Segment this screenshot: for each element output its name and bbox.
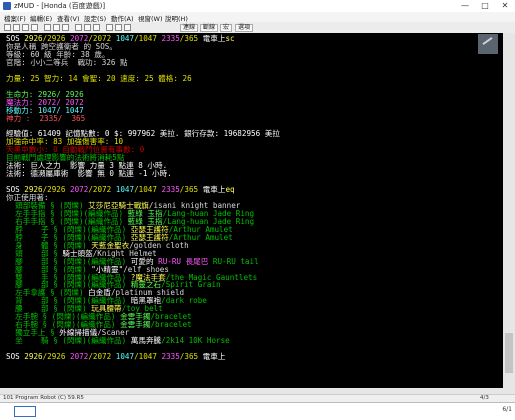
terminal-text: /2072 — [88, 352, 116, 361]
app-icon — [3, 2, 11, 10]
terminal-line: 法術: 德瀕屬庫術 影響 無 0 點連 -1 小時. — [6, 170, 172, 178]
toolbar-icon-7[interactable] — [62, 24, 69, 31]
scrollbar-thumb[interactable] — [505, 333, 513, 373]
window-title: zMUD - [Honda (百度遊戲)] — [14, 2, 106, 10]
toolbar-icon-3[interactable] — [22, 24, 29, 31]
minimize-button[interactable]: — — [455, 0, 475, 12]
status-left-text: 101 Program Robot (C) 59.R5 — [3, 395, 84, 401]
terminal-text: /2k14 10K Horse — [161, 336, 230, 346]
terminal-text: /2072 — [88, 185, 116, 195]
terminal-text: 2072 — [70, 352, 89, 361]
terminal-text: 官階: 小小二等兵 戰功: 326 點 — [6, 57, 128, 67]
toolbar-disconnect-button[interactable]: 斷線 — [200, 24, 219, 32]
terminal-text: RU-RU tail — [208, 256, 259, 266]
map-thumbnail[interactable] — [478, 34, 498, 54]
terminal-text: /1047 — [134, 352, 162, 361]
status-right-text: 4/3 — [480, 395, 489, 401]
terminal-output[interactable]: SOS 2926/2926 2072/2072 1047/1047 2335/3… — [0, 33, 503, 388]
terminal-text: 2335 — [161, 352, 180, 361]
toolbar-connect-button[interactable]: 連線 — [180, 24, 199, 32]
terminal-text: § — [48, 336, 63, 346]
terminal-text: sc — [225, 34, 235, 43]
terminal-line: 神力 : 2335/ 365 — [6, 113, 86, 123]
terminal-text: /365 — [179, 185, 203, 195]
close-button[interactable]: ✕ — [495, 0, 515, 12]
terminal-text: 2926 — [24, 352, 43, 361]
terminal-text: /1047 — [134, 34, 162, 43]
terminal-text: 1047 — [115, 34, 135, 43]
menu-bar: 檔案(F) 編輯(E) 查看(V) 設定(S) 動作(A) 視窗(W) 說明(H… — [0, 12, 515, 23]
terminal-text: 神力 : 2335/ 365 — [6, 113, 86, 123]
terminal-text: /bracelet — [150, 320, 192, 330]
zmud-window: zMUD - [Honda (百度遊戲)] — □ ✕ 檔案(F) 編輯(E) … — [0, 0, 515, 420]
toolbar-icon-13[interactable] — [124, 24, 131, 31]
terminal-text: 電車上 — [202, 34, 226, 43]
command-input[interactable] — [14, 406, 36, 417]
terminal-text: /1047 — [134, 185, 162, 195]
terminal-text: 2335 — [161, 185, 180, 195]
terminal-text: (閃爍)(編織作品) — [62, 336, 131, 346]
terminal-text: 2335 — [161, 34, 180, 43]
terminal-text: 法術: 德瀕屬庫術 影響 無 0 點連 -1 小時. — [6, 169, 172, 179]
terminal-text: /365 — [179, 352, 203, 361]
terminal-text: /2926 — [42, 352, 71, 361]
clock: 6/1 — [502, 406, 512, 413]
toolbar-options-button[interactable]: 選項 — [235, 24, 254, 32]
toolbar-icon-10[interactable] — [93, 24, 100, 31]
terminal-line: 力量: 25 智力: 14 會聖: 20 速度: 25 體格: 26 — [6, 73, 192, 83]
command-input-bar: 6/1 — [0, 402, 515, 420]
terminal-text: 電車上 — [202, 185, 226, 195]
toolbar-icon-11[interactable] — [106, 24, 113, 31]
toolbar-icon-2[interactable] — [13, 24, 20, 31]
toolbar-icon-12[interactable] — [115, 24, 122, 31]
terminal-text: /365 — [179, 34, 203, 43]
toolbar-icon-5[interactable] — [44, 24, 51, 31]
terminal-text: 1047 — [115, 185, 135, 195]
toolbar-icon-4[interactable] — [31, 24, 38, 31]
terminal-text: 坐 騎 — [15, 336, 49, 346]
terminal-text: 2072 — [70, 185, 89, 195]
toolbar-icon-6[interactable] — [53, 24, 60, 31]
terminal-text: 電車上 — [202, 352, 226, 361]
terminal-line: 坐 騎 § (閃爍)(編織作品) 萬馬奔騰/2k14 10K Horse — [6, 337, 230, 345]
toolbar-icon-1[interactable] — [4, 24, 11, 31]
terminal-line: 官階: 小小二等兵 戰功: 326 點 — [6, 57, 128, 67]
toolbar-icon-9[interactable] — [84, 24, 91, 31]
maximize-button[interactable]: □ — [475, 0, 495, 12]
terminal-text: eq — [225, 185, 235, 195]
terminal-text: /dark robe — [161, 296, 207, 306]
terminal-text: 力量: 25 智力: 14 會聖: 20 速度: 25 體格: 26 — [6, 73, 192, 83]
vertical-scrollbar[interactable] — [503, 33, 515, 388]
terminal-line: SOS 2926/2926 2072/2072 1047/1047 2335/3… — [6, 353, 225, 361]
toolbar-icon-8[interactable] — [75, 24, 82, 31]
terminal-text: 萬馬奔騰 — [130, 336, 162, 346]
terminal-text: 1047 — [115, 352, 135, 361]
terminal-text: SOS — [6, 352, 25, 361]
toolbar-macro-button[interactable]: 宏 — [220, 24, 233, 32]
